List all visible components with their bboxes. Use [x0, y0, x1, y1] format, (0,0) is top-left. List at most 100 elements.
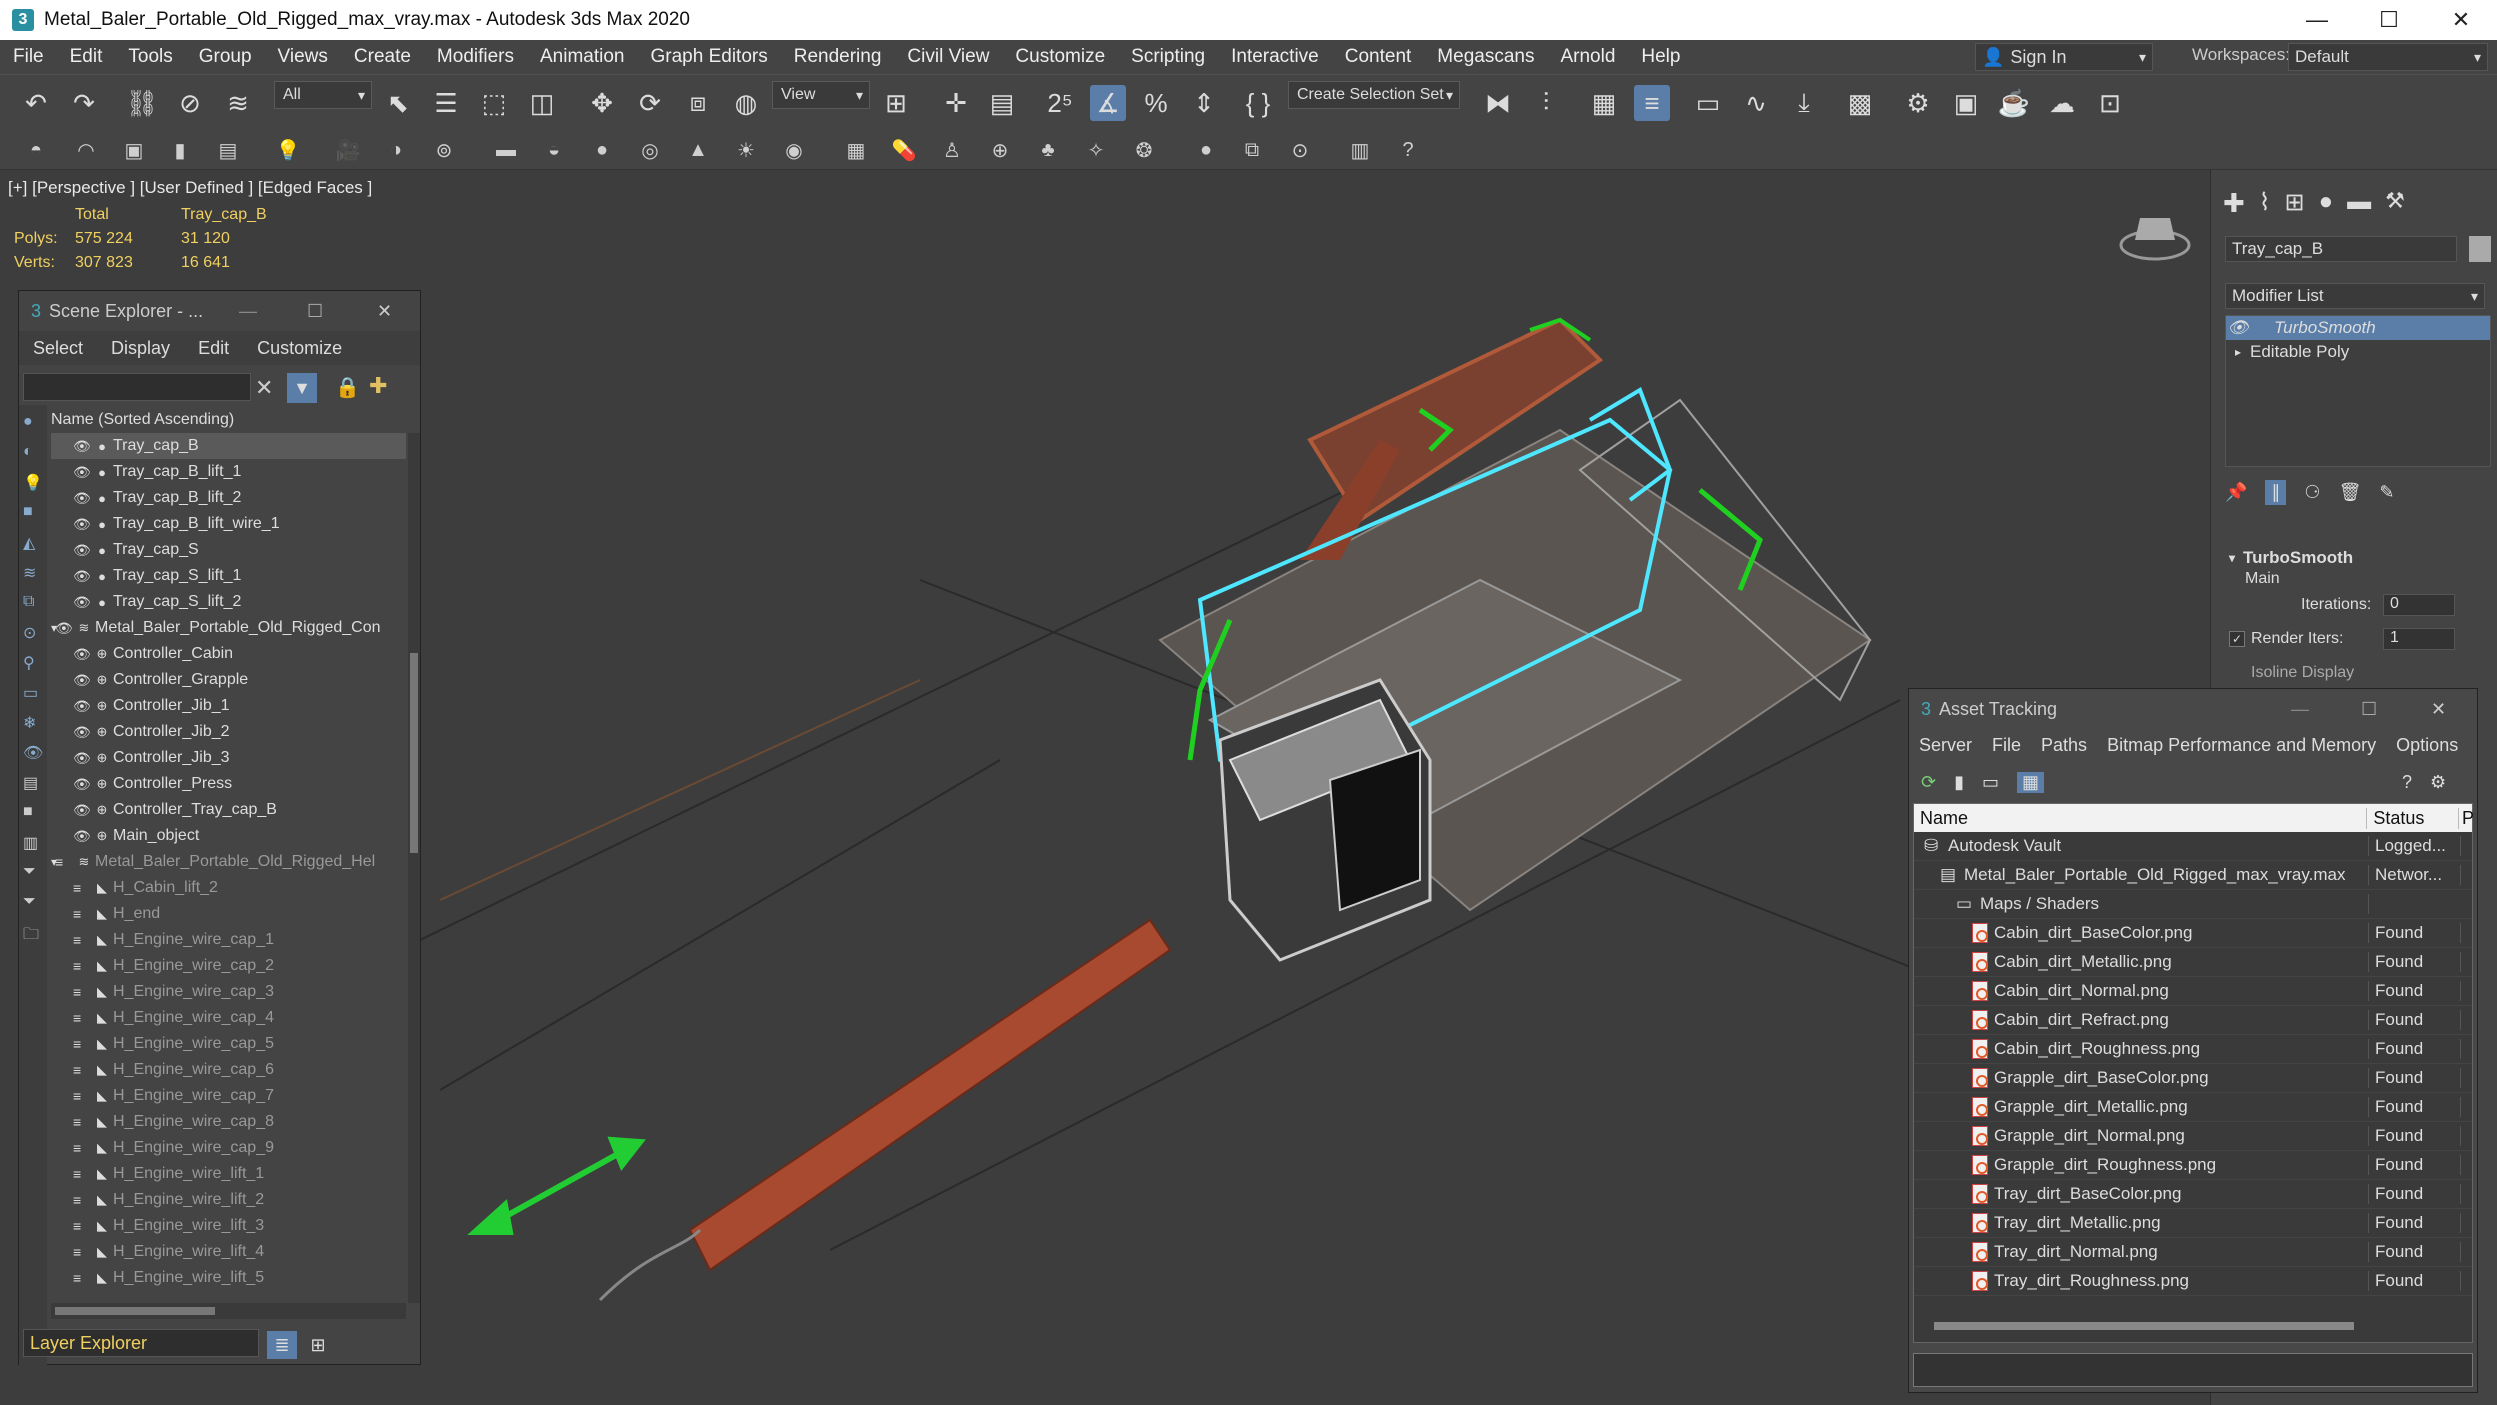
menu-create[interactable]: Create	[341, 46, 424, 68]
display-xrefs-icon[interactable]: ⊙	[23, 623, 36, 643]
display-none-icon[interactable]: ■	[23, 803, 33, 821]
hidden-toggle-icon[interactable]: ≡	[73, 932, 91, 948]
scene-object-row[interactable]: ≡ ◣ H_Engine_wire_cap_3	[51, 979, 406, 1005]
scene-object-row[interactable]: ≡ ◣ H_Engine_wire_cap_1	[51, 927, 406, 953]
plane-icon[interactable]: ▤	[214, 136, 242, 164]
scene-object-row[interactable]: ≡ ◣ H_Engine_wire_cap_7	[51, 1083, 406, 1109]
camera-icon[interactable]: 🎥	[334, 136, 362, 164]
visibility-eye-icon[interactable]: 👁	[73, 698, 91, 715]
percent-snap-icon[interactable]: %	[1138, 85, 1174, 121]
display-shapes-icon[interactable]: ◐	[23, 443, 33, 461]
close-button[interactable]: ✕	[2425, 0, 2497, 40]
material-sphere-icon[interactable]: ◉	[780, 136, 808, 164]
layer-explorer-dropdown[interactable]: Layer Explorer	[23, 1329, 259, 1357]
clear-search-icon[interactable]: ✕	[255, 375, 273, 401]
visibility-eye-icon[interactable]: 👁	[73, 646, 91, 663]
display-groups-icon[interactable]: ⧉	[23, 593, 34, 611]
hidden-toggle-icon[interactable]: ≡	[73, 1244, 91, 1260]
angle-snap-icon[interactable]: ∡	[1090, 85, 1126, 121]
curve-editor-icon[interactable]: ∿	[1738, 85, 1774, 121]
keyboard-shortcut-override-icon[interactable]: ▤	[984, 85, 1020, 121]
display-geometry-icon[interactable]: ●	[23, 413, 33, 431]
visibility-eye-icon[interactable]: 👁	[73, 516, 91, 533]
display-hidden-icon[interactable]: 👁	[23, 743, 43, 763]
pivot-center-icon[interactable]: ⊞	[878, 85, 914, 121]
at-col-name[interactable]: Name	[1914, 807, 2368, 829]
scene-object-row[interactable]: ≡ ◣ H_Cabin_lift_2	[51, 875, 406, 901]
material-editor-icon[interactable]: ▩	[1842, 85, 1878, 121]
close-icon[interactable]: ✕	[377, 301, 392, 322]
hidden-toggle-icon[interactable]: ≡	[73, 1010, 91, 1026]
at-menu-options[interactable]: Options	[2386, 735, 2468, 756]
scene-explorer-toggle-icon[interactable]: ▦	[1586, 85, 1622, 121]
schematic-icon[interactable]: ▥	[1346, 136, 1374, 164]
visibility-eye-icon[interactable]: 👁	[73, 464, 91, 481]
globe-icon[interactable]: ⊕	[986, 136, 1014, 164]
object-color-swatch[interactable]	[2469, 236, 2491, 262]
space-warp-icon[interactable]: ⊚	[430, 136, 458, 164]
hidden-toggle-icon[interactable]: ≡	[73, 1166, 91, 1182]
display-lights-icon[interactable]: 💡	[23, 473, 43, 493]
select-manipulate-icon[interactable]: ✛	[938, 85, 974, 121]
scene-object-row[interactable]: 👁 ⊕ Controller_Jib_2	[51, 719, 406, 745]
schematic-view-icon[interactable]: ⤓	[1786, 85, 1822, 121]
scene-object-row[interactable]: ≡ ◣ H_Engine_wire_cap_5	[51, 1031, 406, 1057]
unlink-icon[interactable]: ⊘	[172, 85, 208, 121]
hierarchy-icon[interactable]: ⊞	[303, 1331, 333, 1359]
hidden-toggle-icon[interactable]: ≡	[73, 1062, 91, 1078]
asset-row[interactable]: Grapple_dirt_BaseColor.png Found	[1914, 1064, 2472, 1093]
scene-object-row[interactable]: 👁 ⊕ Main_object	[51, 823, 406, 849]
link-icon[interactable]: ⛓	[124, 85, 160, 121]
asset-row[interactable]: Tray_dirt_BaseColor.png Found	[1914, 1180, 2472, 1209]
minimize-icon[interactable]: —	[2291, 699, 2309, 720]
select-rotate-icon[interactable]: ⟳	[632, 85, 668, 121]
scene-object-row[interactable]: 👁 ● Tray_cap_B_lift_2	[51, 485, 406, 511]
scene-object-row[interactable]: 👁 ● Tray_cap_B	[51, 433, 406, 459]
asset-row[interactable]: Tray_dirt_Metallic.png Found	[1914, 1209, 2472, 1238]
asset-row[interactable]: Cabin_dirt_Normal.png Found	[1914, 977, 2472, 1006]
se-menu-select[interactable]: Select	[19, 338, 97, 359]
maximize-icon[interactable]: ☐	[2361, 699, 2377, 720]
cylinder-icon[interactable]: ▮	[166, 136, 194, 164]
asset-tracking-titlebar[interactable]: 3 Asset Tracking — ☐ ✕	[1909, 689, 2477, 729]
menu-content[interactable]: Content	[1332, 46, 1425, 68]
display-invert-icon[interactable]: ▥	[23, 833, 38, 853]
render-iters-checkbox[interactable]: ✓	[2229, 631, 2245, 647]
menu-views[interactable]: Views	[265, 46, 341, 68]
minimize-button[interactable]: —	[2281, 0, 2353, 40]
thumbnail-view-icon[interactable]: ▭	[1982, 772, 1999, 793]
menu-animation[interactable]: Animation	[527, 46, 638, 68]
scene-object-row[interactable]: ≡ ◣ H_Engine_wire_lift_1	[51, 1161, 406, 1187]
render-iters-spinner[interactable]: 1	[2383, 628, 2455, 650]
display-all-icon[interactable]: ▤	[23, 773, 38, 793]
turbosmooth-rollout-header[interactable]: ▾ TurboSmooth	[2229, 546, 2489, 570]
ribbon-toggle-icon[interactable]: ▭	[1690, 85, 1726, 121]
modify-tab-icon[interactable]: ⌇	[2259, 188, 2271, 222]
filter-funnel-icon[interactable]: ⏷	[23, 863, 36, 881]
modifier-list-dropdown[interactable]: Modifier List ▾	[2225, 283, 2485, 309]
menu-modifiers[interactable]: Modifiers	[424, 46, 527, 68]
object-name-field[interactable]: Tray_cap_B	[2225, 236, 2457, 262]
expand-arrow-icon[interactable]: ▸	[2226, 345, 2250, 359]
menu-file[interactable]: File	[0, 46, 57, 68]
wand-icon[interactable]: ✧	[1082, 136, 1110, 164]
visibility-eye-icon[interactable]: 👁	[73, 594, 91, 611]
menu-interactive[interactable]: Interactive	[1218, 46, 1332, 68]
stack-item-editable-poly[interactable]: ▸ Editable Poly	[2226, 340, 2490, 364]
spinner-snap-icon[interactable]: ⇕	[1186, 85, 1222, 121]
torus-icon[interactable]: ◎	[636, 136, 664, 164]
visibility-eye-icon[interactable]: 👁	[55, 620, 73, 637]
select-object-icon[interactable]: ⬉	[380, 85, 416, 121]
se-horizontal-scrollbar[interactable]	[51, 1303, 406, 1319]
a360-gallery-icon[interactable]: ⊡	[2092, 85, 2128, 121]
asset-row[interactable]: ▭ Maps / Shaders	[1914, 890, 2472, 919]
scene-object-row[interactable]: ≡ ◣ H_Engine_wire_lift_3	[51, 1213, 406, 1239]
visibility-eye-icon[interactable]: 👁	[73, 542, 91, 559]
add-layer-icon[interactable]: ✚	[369, 373, 387, 399]
visibility-eye-icon[interactable]: 👁	[73, 828, 91, 845]
mirror-icon[interactable]: ⧓	[1480, 85, 1516, 121]
close-icon[interactable]: ✕	[2431, 699, 2446, 720]
menu-help[interactable]: Help	[1628, 46, 1693, 68]
sphere-icon[interactable]: ●	[588, 136, 616, 164]
dome-icon[interactable]: ◒	[540, 136, 568, 164]
